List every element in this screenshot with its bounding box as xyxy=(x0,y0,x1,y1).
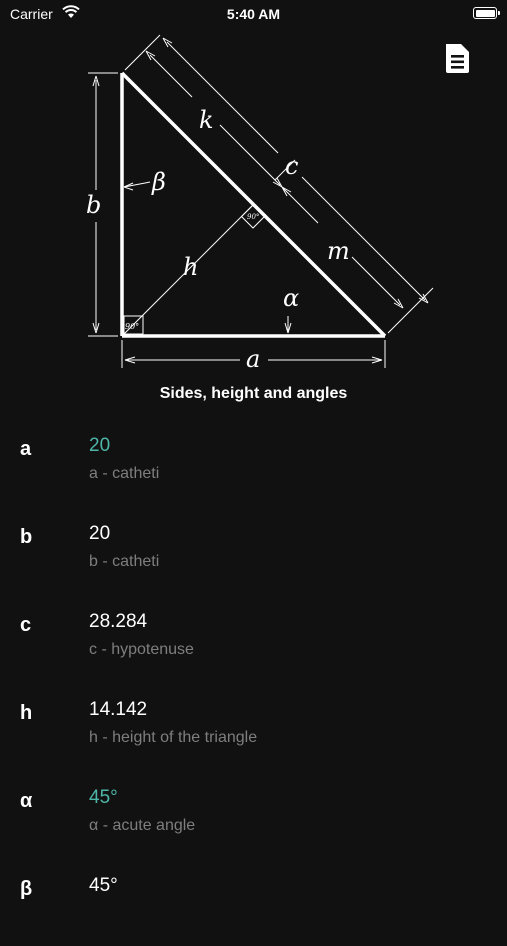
label-k: k xyxy=(199,106,214,134)
row-value[interactable]: 14.142 xyxy=(89,699,147,721)
label-a: a xyxy=(246,345,260,373)
beta-arrow xyxy=(123,181,151,191)
row-symbol: c xyxy=(20,614,32,636)
list-item-c[interactable]: c 28.284 c - hypotenuse xyxy=(0,594,507,682)
status-bar: Carrier 5:40 AM xyxy=(0,0,507,28)
list-item-beta[interactable]: β 45° xyxy=(0,858,507,946)
list-item-b[interactable]: b 20 b - catheti xyxy=(0,506,507,594)
alpha-arrow xyxy=(284,316,292,334)
label-h: h xyxy=(183,253,198,281)
row-value[interactable]: 20 xyxy=(89,435,110,457)
list-item-alpha[interactable]: α 45° α - acute angle xyxy=(0,770,507,858)
label-m: m xyxy=(327,237,350,265)
row-value[interactable]: 45° xyxy=(89,875,118,897)
battery-icon xyxy=(473,7,500,19)
row-symbol: α xyxy=(20,790,33,812)
row-value[interactable]: 20 xyxy=(89,523,110,545)
row-description: a - catheti xyxy=(89,465,160,482)
row-value[interactable]: 28.284 xyxy=(89,611,147,633)
row-description: α - acute angle xyxy=(89,817,196,834)
list-item-h[interactable]: h 14.142 h - height of the triangle xyxy=(0,682,507,770)
row-symbol: a xyxy=(20,438,32,460)
label-alpha: α xyxy=(283,284,299,312)
label-beta: β xyxy=(151,168,166,196)
row-symbol: b xyxy=(20,526,33,548)
clock: 5:40 AM xyxy=(226,6,281,22)
diagram-caption: Sides, height and angles xyxy=(159,385,348,402)
row-symbol: β xyxy=(20,878,33,900)
list-item-a[interactable]: a 20 a - catheti xyxy=(0,418,507,506)
triangle-diagram: k c b β h m α a 90° 90° xyxy=(86,34,434,373)
label-b: b xyxy=(86,191,101,219)
row-description: h - height of the triangle xyxy=(89,729,258,746)
right-angle-label-corner: 90° xyxy=(125,322,139,331)
row-description: c - hypotenuse xyxy=(89,641,194,658)
row-value[interactable]: 45° xyxy=(89,787,118,809)
row-description: b - catheti xyxy=(89,553,160,570)
right-angle-label-foot: 90° xyxy=(247,213,259,221)
label-c: c xyxy=(285,152,298,180)
row-symbol: h xyxy=(20,702,33,724)
results-list: a 20 a - catheti b 20 b - catheti c 28.2… xyxy=(0,418,507,946)
